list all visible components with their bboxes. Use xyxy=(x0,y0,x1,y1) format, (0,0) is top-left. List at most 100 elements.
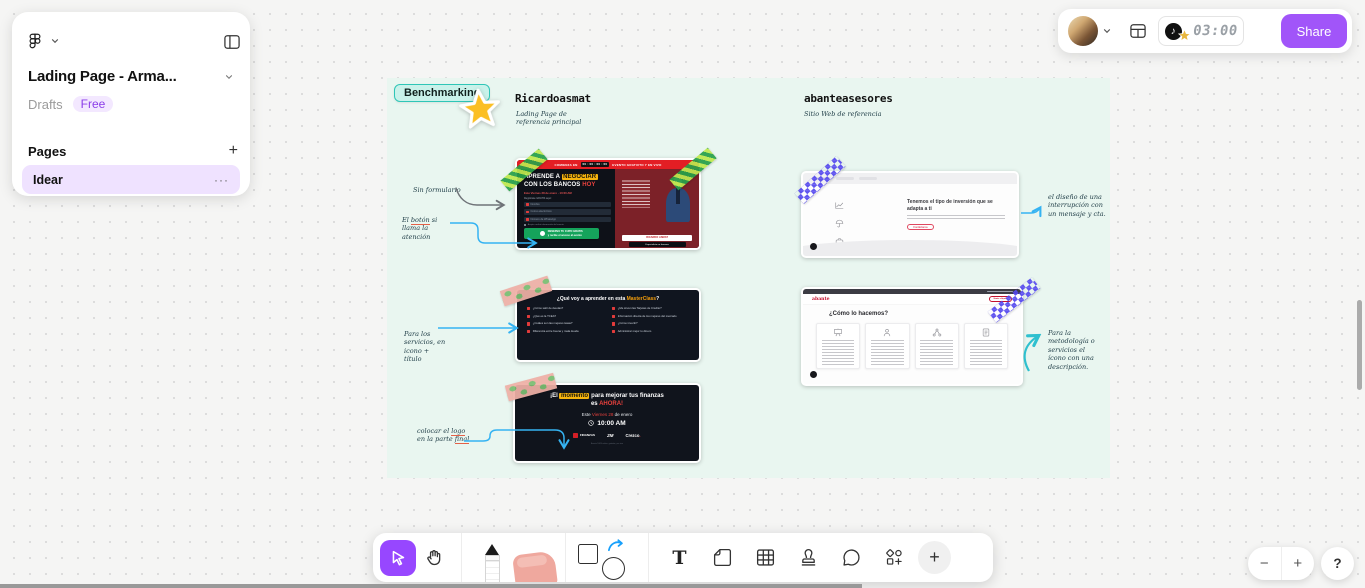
sticky-note-tool[interactable] xyxy=(701,539,744,577)
help-button[interactable]: ? xyxy=(1321,547,1354,580)
invest-heading: Tenemos el tipo de inversión que se adap… xyxy=(907,199,1007,212)
star-sticker[interactable] xyxy=(457,86,503,130)
chevron-down-icon[interactable] xyxy=(50,36,60,46)
page-options-icon[interactable]: ··· xyxy=(214,173,229,187)
stamp-icon xyxy=(798,547,819,568)
text-tool[interactable]: T xyxy=(658,539,701,577)
screenshot-masterclass[interactable]: ¿Qué voy a aprender en esta MasterClass?… xyxy=(515,288,701,362)
add-tool-button[interactable]: + xyxy=(918,541,951,574)
screenshot-content: ¿Qué voy a aprender en esta MasterClass?… xyxy=(517,290,699,360)
masterclass-item: ¿Me sirven las Tarjetas de Crédito? xyxy=(612,307,689,310)
annotation-text: colocar el xyxy=(417,427,451,435)
hero-cta-button: RESERVA TU CUPO GRATISy recibe el acceso… xyxy=(524,228,599,239)
annotation-text: El xyxy=(402,216,411,224)
chevron-down-icon[interactable] xyxy=(224,72,234,82)
select-tool[interactable] xyxy=(380,540,416,576)
annotation-colocar-logo[interactable]: colocar el logo en la parte final xyxy=(417,427,471,444)
item-icon xyxy=(527,307,530,310)
vertical-scrollbar[interactable] xyxy=(1357,300,1362,390)
column-title-ricardoasmat[interactable]: Ricardoasmat xyxy=(515,92,591,105)
field-placeholder: Número de WhatsApp xyxy=(531,218,557,221)
column-title-abanteasesores[interactable]: abanteasesores xyxy=(804,92,893,105)
abante-logo: abante xyxy=(812,297,830,302)
zoom-in-button[interactable]: + xyxy=(1281,547,1314,580)
speaker-torso xyxy=(666,188,690,222)
collapse-panel-icon[interactable] xyxy=(222,32,242,52)
closing-heading: ¡El momento para mejorar tus finanzas es… xyxy=(515,393,699,409)
how-card xyxy=(964,323,1008,369)
column-subtitle-ricardo[interactable]: Lading Page de referencia principal xyxy=(516,110,588,127)
checkbox-icon xyxy=(524,224,526,226)
file-panel: Lading Page - Arma... Drafts Free Pages … xyxy=(12,12,250,196)
annotation-metodologia-icono[interactable]: Para la metodología o servicios el ícono… xyxy=(1048,329,1104,371)
stamp-tool[interactable] xyxy=(787,539,830,577)
annotation-boton-atencion[interactable]: El botón si llama la atención xyxy=(402,216,446,241)
widgets-tool[interactable] xyxy=(873,539,916,577)
cta-line: y recibe el acceso al evento xyxy=(548,234,583,237)
marker-tip xyxy=(485,544,499,555)
invest-copy: Tenemos el tipo de inversión que se adap… xyxy=(907,199,1007,230)
card-text-placeholder xyxy=(822,340,855,366)
heading-highlight: NEGOCIAR xyxy=(562,174,598,180)
field-placeholder: Nombre xyxy=(531,203,540,206)
clock-icon xyxy=(588,420,594,426)
heading-red: HOY xyxy=(582,182,595,188)
circle-shape-icon[interactable] xyxy=(602,557,625,580)
masterclass-items: ¿Cómo salir de deudas? ¿Me sirven las Ta… xyxy=(527,307,689,333)
drafts-breadcrumb[interactable]: Drafts xyxy=(28,97,63,112)
hand-tool[interactable] xyxy=(416,540,452,576)
feature-icons xyxy=(835,201,844,246)
square-shape-icon[interactable] xyxy=(578,544,598,564)
form-field-phone: Número de WhatsApp xyxy=(524,217,611,223)
connector-arrow-icon[interactable] xyxy=(606,536,625,553)
zoom-controls: − + xyxy=(1248,547,1314,580)
chat-widget xyxy=(810,371,817,378)
share-button[interactable]: Share xyxy=(1281,14,1347,48)
shapes-tool-cluster[interactable] xyxy=(575,533,639,582)
eraser-tool[interactable] xyxy=(512,550,558,582)
file-title-row[interactable]: Lading Page - Arma... xyxy=(28,68,234,85)
how-cards xyxy=(816,323,1008,369)
timer-widget[interactable]: ♪ 03:00 xyxy=(1158,16,1244,46)
table-tool[interactable] xyxy=(744,539,787,577)
field-icon xyxy=(526,218,529,221)
item-icon xyxy=(527,315,530,318)
annotation-sin-formulario[interactable]: Sin formulario xyxy=(413,186,477,194)
avatar[interactable] xyxy=(1068,16,1098,46)
screenshot-closing[interactable]: ¡El momento para mejorar tus finanzas es… xyxy=(513,383,701,463)
closing-footnote: Evento 100% online, gratuito y en vivo xyxy=(515,443,699,445)
masterclass-item: ¿Cómo invertir? xyxy=(612,322,689,325)
star-icon xyxy=(1178,29,1191,42)
item-icon xyxy=(612,315,615,318)
screenshot-content: COMIENZA EN 00 : 00 : 00 : 00 EVENTO GRA… xyxy=(517,160,699,248)
how-card xyxy=(865,323,909,369)
figma-logo-icon[interactable] xyxy=(26,32,44,50)
column-subtitle-abante[interactable]: Sitio Web de referencia xyxy=(804,110,914,118)
annotation-servicios-icono[interactable]: Para los servicios, en icono + título xyxy=(404,330,446,364)
annotation-underlined-word: final xyxy=(455,435,469,444)
field-placeholder: Correo electrónico xyxy=(531,210,552,213)
chevron-down-icon[interactable] xyxy=(1102,26,1112,36)
plan-badge[interactable]: Free xyxy=(73,96,114,112)
screenshot-abante-invest[interactable]: Tenemos el tipo de inversión que se adap… xyxy=(801,171,1019,258)
masterclass-item: Información directa de los mejores del m… xyxy=(612,315,689,318)
screenshot-abante-how[interactable]: abante Hazte cliente ¿Cómo lo hacemos? xyxy=(801,287,1023,386)
how-card xyxy=(816,323,860,369)
zoom-out-button[interactable]: − xyxy=(1248,547,1281,580)
logo-crezco: Crezco. xyxy=(625,433,640,438)
minimap-icon[interactable] xyxy=(1128,21,1148,41)
comment-tool[interactable] xyxy=(830,539,873,577)
item-icon xyxy=(612,307,615,310)
whiteboard-frame[interactable]: Benchmarking Ricardoasmat Lading Page de… xyxy=(387,78,1110,478)
cursor-icon xyxy=(388,548,408,568)
whatsapp-icon xyxy=(540,231,545,236)
video-subcaption: Especialista en finanzas xyxy=(629,242,686,247)
sticky-note-icon xyxy=(712,547,733,568)
marker-tool[interactable] xyxy=(485,544,500,583)
screenshot-ricardo-hero[interactable]: COMIENZA EN 00 : 00 : 00 : 00 EVENTO GRA… xyxy=(515,158,701,250)
nav-chip xyxy=(859,177,877,181)
horizontal-scrollbar[interactable] xyxy=(0,584,862,588)
sidebar-item-page-idear[interactable]: Idear ··· xyxy=(22,165,240,194)
annotation-diseno-interrupcion[interactable]: el diseño de una interrupción con un men… xyxy=(1048,193,1110,218)
add-page-button[interactable]: + xyxy=(229,143,238,159)
